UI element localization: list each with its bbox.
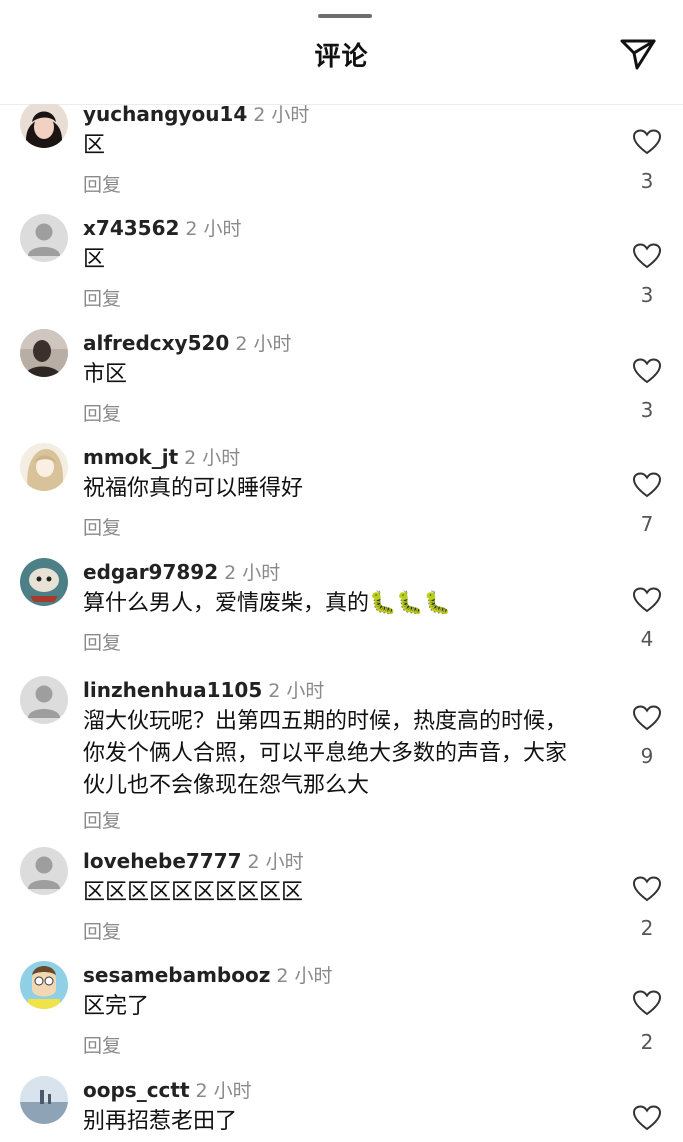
like-count: 2 (640, 916, 654, 940)
like-count: 4 (640, 627, 654, 651)
like-count: 2 (640, 1030, 654, 1054)
reply-button[interactable]: 回复 (83, 806, 121, 833)
reply-button[interactable]: 回复 (83, 513, 121, 540)
comment-username[interactable]: oops_cctt (83, 1078, 190, 1102)
comment-time: 2 小时 (253, 104, 310, 126)
comment-text: 别再招惹老田了 (83, 1109, 238, 1134)
reply-button[interactable]: 回复 (83, 284, 121, 311)
user-avatar[interactable] (20, 214, 68, 262)
user-avatar[interactable] (20, 847, 68, 895)
heart-icon[interactable] (633, 358, 661, 384)
comment-time: 2 小时 (185, 218, 242, 240)
share-icon[interactable] (618, 36, 658, 72)
user-avatar[interactable] (20, 443, 68, 491)
reply-button[interactable]: 回复 (83, 1031, 121, 1058)
comment-text: 算什么男人，爱情废柴，真的🐛🐛🐛 (83, 591, 452, 616)
comment-text: 区完了 (83, 994, 150, 1019)
heart-icon[interactable] (633, 472, 661, 498)
comment-time: 2 小时 (247, 851, 304, 873)
comment-username[interactable]: alfredcxy520 (83, 331, 229, 355)
comment-text: 区 (83, 247, 106, 272)
reply-button[interactable]: 回复 (83, 170, 121, 197)
user-avatar[interactable] (20, 961, 68, 1009)
comment-username[interactable]: x743562 (83, 216, 179, 240)
comment-username[interactable]: lovehebe7777 (83, 849, 242, 873)
comment-time: 2 小时 (235, 333, 292, 355)
like-count: 3 (640, 283, 654, 307)
comment-username[interactable]: edgar97892 (83, 560, 218, 584)
comment-time: 2 小时 (184, 447, 241, 469)
like-count: 3 (640, 169, 654, 193)
sheet-header: 评论 (0, 0, 683, 105)
like-count: 9 (640, 744, 654, 768)
comment-time: 2 小时 (195, 1080, 252, 1102)
heart-icon[interactable] (633, 1105, 661, 1131)
heart-icon[interactable] (633, 129, 661, 155)
heart-icon[interactable] (633, 587, 661, 613)
drag-handle[interactable] (318, 14, 372, 18)
comment-text: 区 (83, 133, 106, 158)
user-avatar[interactable] (20, 676, 68, 724)
comment-text: 区区区区区区区区区区 (83, 880, 304, 905)
user-avatar[interactable] (20, 558, 68, 606)
comment-text: 祝福你真的可以睡得好 (83, 476, 304, 501)
comment-username[interactable]: mmok_jt (83, 445, 178, 469)
user-avatar[interactable] (20, 329, 68, 377)
comment-username[interactable]: linzhenhua1105 (83, 678, 262, 702)
comment-time: 2 小时 (268, 680, 325, 702)
comment-time: 2 小时 (224, 562, 281, 584)
page-title: 评论 (314, 42, 369, 72)
like-count: 3 (640, 398, 654, 422)
like-count: 7 (640, 512, 654, 536)
comment-username[interactable]: sesamebambooz (83, 963, 270, 987)
comment-time: 2 小时 (276, 965, 333, 987)
user-avatar[interactable] (20, 104, 68, 148)
user-avatar[interactable] (20, 1076, 68, 1124)
reply-button[interactable]: 回复 (83, 917, 121, 944)
comment-list[interactable]: yuchangyou14 2 小时 区 回复 3 x743562 2 小时 区 回复… (0, 104, 683, 1142)
reply-button[interactable]: 回复 (83, 399, 121, 426)
heart-icon[interactable] (633, 705, 661, 731)
comments-sheet: 评论 yuchangyou14 2 小时 区 回复 3 x743562 2 小时… (0, 0, 683, 1142)
heart-icon[interactable] (633, 876, 661, 902)
comment-text: 市区 (83, 362, 128, 387)
reply-button[interactable]: 回复 (83, 628, 121, 655)
comment-username[interactable]: yuchangyou14 (83, 104, 247, 126)
heart-icon[interactable] (633, 243, 661, 269)
heart-icon[interactable] (633, 990, 661, 1016)
comment-text: 溜大伙玩呢？出第四五期的时候，热度高的时候，你发个俩人合照，可以平息绝大多数的声… (83, 709, 568, 798)
